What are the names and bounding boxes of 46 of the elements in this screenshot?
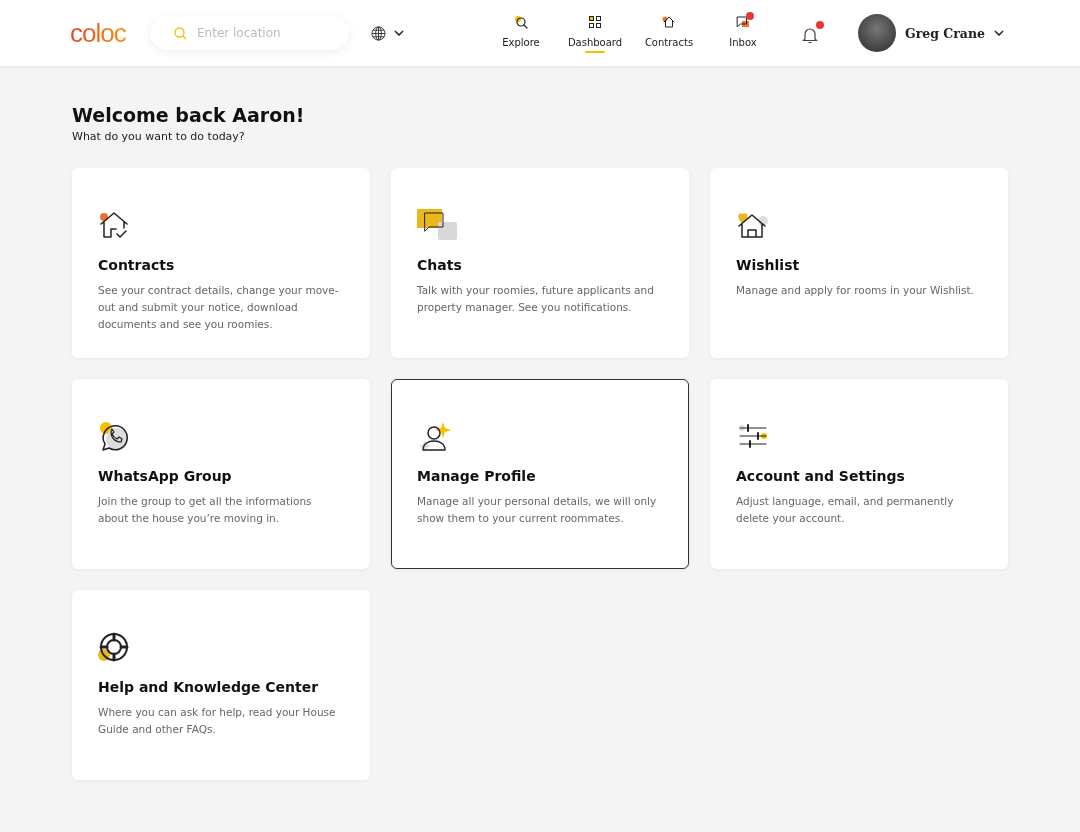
nav-tab[interactable]: Inbox: [706, 5, 780, 61]
nav-label: Explore: [502, 37, 540, 48]
search-icon: [514, 15, 528, 29]
nav-label: Dashboard: [567, 37, 623, 48]
card-description: Join the group to get all the informations about the house you’re moving in.: [98, 494, 313, 526]
dashboard-card[interactable]: Chats Talk with your roomies, future applicants and property manager. See you notifications.: [391, 168, 689, 358]
dashboard-card[interactable]: Account and Settings Adjust language, email, and permanently delete your account.: [710, 379, 1008, 569]
welcome-subtitle: What do you want to do today?: [72, 130, 246, 143]
nav-tab[interactable]: Dashboard: [558, 5, 632, 61]
dashboard-card[interactable]: Wishlist Manage and apply for rooms in your Wishlist.: [710, 168, 1008, 358]
notifications-button[interactable]: [800, 20, 824, 46]
search-icon: [174, 26, 187, 40]
user-menu[interactable]: Greg Crane: [858, 14, 1004, 52]
card-title: WhatsApp Group: [98, 468, 233, 484]
language-selector[interactable]: [371, 25, 404, 41]
nav-label: Contracts: [644, 37, 694, 48]
card-title: Manage Profile: [417, 468, 537, 484]
chevron-down-icon: [994, 30, 1004, 36]
avatar: [858, 14, 896, 52]
bell-icon: [802, 25, 818, 44]
nav-tab[interactable]: Explore: [484, 5, 558, 61]
dashboard-card[interactable]: Manage Profile Manage all your personal details, we will only show them to your current roommates.: [391, 379, 689, 569]
welcome-title: Welcome back Aaron!: [72, 104, 306, 126]
card-title: Chats: [417, 257, 463, 273]
chat-bubbles-icon: [417, 209, 459, 243]
globe-icon: [371, 25, 386, 41]
chevron-down-icon: [394, 30, 404, 36]
grid-icon: [588, 15, 602, 29]
dashboard-card[interactable]: Help and Knowledge Center Where you can ask for help, read your House Guide and other FAQs.: [72, 590, 370, 780]
card-description: Talk with your roomies, future applicants and property manager. See you notifications.: [417, 283, 655, 315]
nav-label: Inbox: [729, 37, 757, 48]
chat-icon: [736, 15, 750, 29]
card-description: Where you can ask for help, read your House Guide and other FAQs.: [98, 705, 337, 737]
card-title: Wishlist: [736, 257, 801, 273]
card-title: Account and Settings: [736, 468, 906, 484]
card-description: Manage and apply for rooms in your Wishlist.: [736, 283, 975, 298]
house-icon: [662, 15, 676, 29]
card-description: Adjust language, email, and permanently delete your account.: [736, 494, 955, 526]
card-description: See your contract details, change your move-out and submit your notice, download documents and see you roomies.: [98, 283, 340, 332]
card-title: Contracts: [98, 257, 176, 273]
dashboard-card[interactable]: Contracts See your contract details, change your move-out and submit your notice, download documents and see you roomies.: [72, 168, 370, 358]
card-description: Manage all your personal details, we will only show them to your current roommates.: [417, 494, 658, 526]
card-title: Help and Knowledge Center: [98, 679, 320, 695]
dashboard-card[interactable]: WhatsApp Group Join the group to get all the informations about the house you’re moving in.: [72, 379, 370, 569]
nav-tab[interactable]: Contracts: [632, 5, 706, 61]
location-input[interactable]: Enter location: [195, 25, 349, 41]
